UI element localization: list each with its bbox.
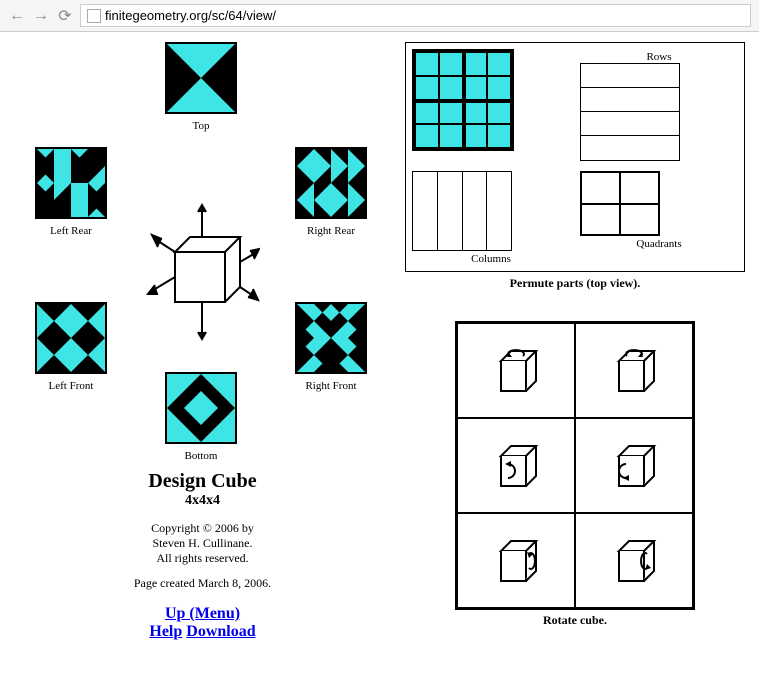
rotate-top-cw[interactable] — [575, 323, 693, 418]
face-right-rear-label: Right Rear — [295, 225, 367, 237]
face-bottom-label: Bottom — [165, 450, 237, 462]
rotate-right-cw[interactable] — [575, 513, 693, 608]
browser-toolbar: ← → ⟳ finitegeometry.org/sc/64/view/ — [0, 0, 759, 32]
rotate-left-ccw[interactable] — [457, 418, 575, 513]
face-bottom: Bottom — [165, 372, 237, 462]
copyright: Copyright © 2006 by Steven H. Cullinane.… — [10, 521, 395, 591]
rotate-right-ccw[interactable] — [457, 513, 575, 608]
face-top-label: Top — [165, 120, 237, 132]
rotate-top-ccw[interactable] — [457, 323, 575, 418]
url-bar[interactable]: finitegeometry.org/sc/64/view/ — [80, 4, 751, 27]
face-right-front-label: Right Front — [295, 380, 367, 392]
url-text: finitegeometry.org/sc/64/view/ — [105, 8, 276, 23]
face-left-front: Left Front — [35, 302, 107, 392]
face-top: Top — [165, 42, 237, 132]
help-link[interactable]: Help — [149, 623, 182, 640]
permute-box: Rows Columns Quadrants — [405, 42, 745, 272]
rotate-left-cw[interactable] — [575, 418, 693, 513]
cube-faces-panel: Top Left Rear Right Rear — [10, 42, 395, 641]
forward-button[interactable]: → — [32, 7, 50, 25]
download-link[interactable]: Download — [186, 623, 255, 640]
face-left-rear-label: Left Rear — [35, 225, 107, 237]
reload-button[interactable]: ⟳ — [56, 7, 74, 25]
title-sub: 4x4x4 — [10, 493, 395, 509]
permute-caption: Permute parts (top view). — [405, 276, 745, 291]
page-content: Top Left Rear Right Rear — [0, 32, 759, 651]
title-block: Design Cube 4x4x4 — [10, 470, 395, 509]
face-left-front-label: Left Front — [35, 380, 107, 392]
up-link[interactable]: Up (Menu) — [165, 605, 240, 622]
right-panel: Rows Columns Quadrants Permute parts (to… — [405, 42, 745, 641]
permute-rows[interactable]: Rows — [580, 49, 738, 161]
page-icon — [87, 9, 101, 23]
permute-columns[interactable]: Columns — [412, 171, 570, 265]
rotate-caption: Rotate cube. — [455, 613, 695, 628]
face-right-front: Right Front — [295, 302, 367, 392]
title-main: Design Cube — [10, 470, 395, 493]
rotate-box: Rotate cube. — [455, 321, 695, 628]
cube-wireframe — [145, 197, 260, 351]
face-left-rear: Left Rear — [35, 147, 107, 237]
links: Up (Menu) Help Download — [10, 605, 395, 641]
face-right-rear: Right Rear — [295, 147, 367, 237]
permute-main[interactable] — [412, 49, 570, 161]
permute-quadrants[interactable]: Quadrants — [580, 171, 738, 265]
back-button[interactable]: ← — [8, 7, 26, 25]
